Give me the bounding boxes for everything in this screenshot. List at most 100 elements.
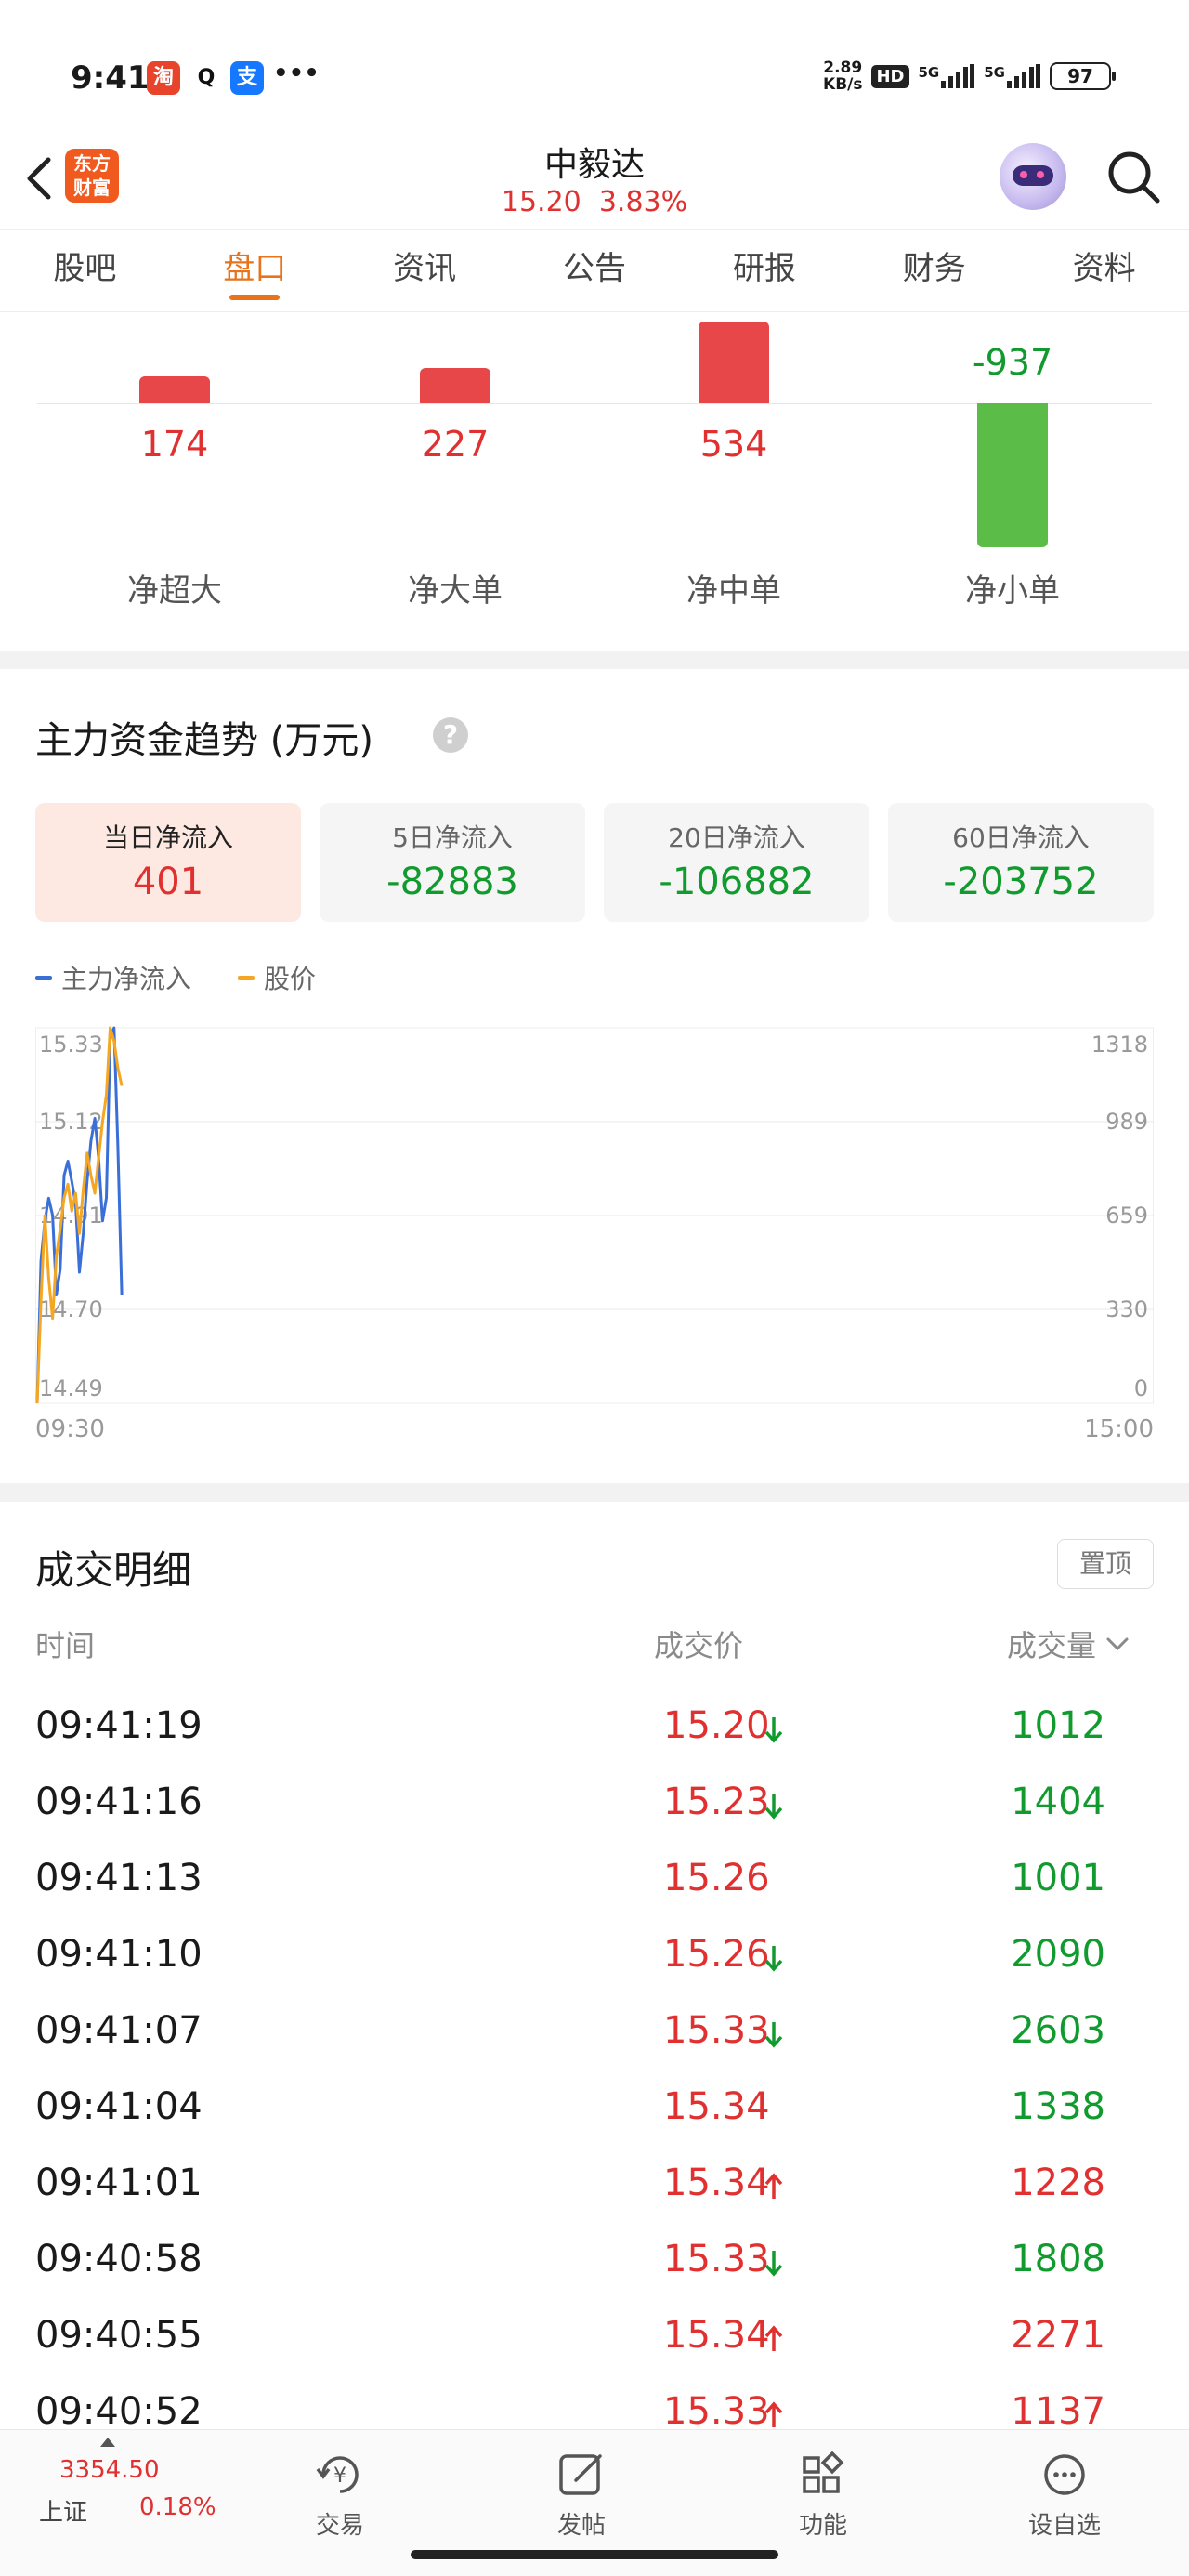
- left-axis-tick: 14.49: [39, 1375, 103, 1401]
- status-time: 9:41: [71, 59, 150, 97]
- header-time: 时间: [35, 1628, 96, 1663]
- tx-volume: 1404: [1011, 1781, 1105, 1823]
- tx-time: 09:40:58: [35, 2238, 203, 2280]
- hd-icon: HD: [871, 64, 909, 88]
- table-row[interactable]: 09:40:55 15.34 2271: [0, 2303, 1189, 2379]
- table-row[interactable]: 09:41:04 15.34 1338: [0, 2074, 1189, 2150]
- tx-price: 15.33: [663, 2390, 770, 2433]
- nav-post[interactable]: 发帖: [516, 2449, 647, 2541]
- up-arrow-icon: [764, 2401, 783, 2427]
- chart-legend: 主力净流入 股价: [35, 959, 316, 996]
- tx-time: 09:41:13: [35, 1857, 203, 1899]
- tab-profile[interactable]: 资料: [1019, 230, 1189, 311]
- stock-change-pct: 3.83%: [598, 186, 688, 218]
- card-20d-net-inflow[interactable]: 20日净流入 -106882: [604, 803, 869, 922]
- tx-volume: 1338: [1011, 2085, 1105, 2128]
- flow-bar: [420, 368, 490, 403]
- card-today-net-inflow[interactable]: 当日净流入 401: [35, 803, 301, 922]
- flow-value: 534: [699, 424, 768, 465]
- main-flow-trend-title: 主力资金趋势 (万元): [35, 719, 373, 762]
- search-icon[interactable]: [1104, 147, 1163, 206]
- help-icon[interactable]: ?: [433, 717, 468, 753]
- grid-icon: [803, 2451, 844, 2493]
- flow-label: 净超大: [127, 572, 222, 610]
- table-row[interactable]: 09:41:07 15.33 2603: [0, 1998, 1189, 2074]
- flow-bar: [139, 376, 210, 403]
- tx-price: 15.26: [663, 1857, 770, 1899]
- more-notifications-icon: •••: [273, 59, 320, 87]
- tab-finance[interactable]: 财务: [849, 230, 1019, 311]
- tx-price: 15.34: [663, 2314, 770, 2357]
- robot-visor: [1013, 165, 1053, 186]
- tx-time: 09:40:55: [35, 2314, 203, 2357]
- tx-time: 09:41:01: [35, 2162, 203, 2204]
- right-axis-tick: 989: [1105, 1109, 1148, 1135]
- x-axis-tick: 09:30: [35, 1415, 105, 1443]
- table-row[interactable]: 09:41:13 15.26 1001: [0, 1846, 1189, 1922]
- flow-trend-chart[interactable]: 15.3315.1214.9114.7014.49131898965933000…: [35, 1024, 1154, 1452]
- robot-eye: [1037, 171, 1044, 178]
- flow-label: 净大单: [408, 572, 503, 610]
- home-indicator[interactable]: [411, 2550, 778, 2559]
- stock-header: 东方财富 中毅达 15.20 3.83%: [0, 130, 1189, 229]
- tab-research[interactable]: 研报: [679, 230, 849, 311]
- legend-price: 股价: [238, 959, 316, 996]
- index-name: 上证: [39, 2499, 88, 2527]
- flow-bar: [977, 403, 1048, 547]
- tx-volume: 1001: [1011, 1857, 1105, 1899]
- header-volume[interactable]: 成交量: [1007, 1623, 1130, 1665]
- tab-pankou[interactable]: 盘口: [170, 230, 340, 311]
- pin-top-button[interactable]: 置顶: [1057, 1539, 1154, 1589]
- header-price: 成交价: [654, 1628, 744, 1663]
- nav-add-watchlist[interactable]: 设自选: [1000, 2449, 1130, 2541]
- tx-volume: 2090: [1011, 1933, 1105, 1976]
- svg-text:¥: ¥: [333, 2464, 346, 2488]
- index-change-pct: 0.18%: [139, 2493, 216, 2521]
- tab-guba[interactable]: 股吧: [0, 230, 170, 311]
- tx-volume: 2603: [1011, 2009, 1105, 2052]
- tx-volume: 1137: [1011, 2390, 1105, 2433]
- tx-time: 09:41:16: [35, 1781, 203, 1823]
- x-axis-tick: 15:00: [1084, 1415, 1154, 1443]
- tx-time: 09:40:52: [35, 2390, 203, 2433]
- right-axis-tick: 659: [1105, 1203, 1148, 1229]
- table-row[interactable]: 09:40:58 15.33 1808: [0, 2227, 1189, 2303]
- table-row[interactable]: 09:41:16 15.23 1404: [0, 1769, 1189, 1846]
- table-row[interactable]: 09:41:19 15.20 1012: [0, 1693, 1189, 1769]
- card-5d-net-inflow[interactable]: 5日净流入 -82883: [320, 803, 585, 922]
- section-divider: [0, 1483, 1189, 1502]
- tx-time: 09:41:04: [35, 2085, 203, 2128]
- tx-price: 15.26: [663, 1933, 770, 1976]
- battery-icon: 97: [1050, 62, 1116, 90]
- signal-5g-2-icon: 5G: [984, 64, 1040, 88]
- tab-announcements[interactable]: 公告: [510, 230, 680, 311]
- status-right: 2.89 KB/s HD 5G 5G 97: [823, 58, 1116, 95]
- flow-bar: [699, 321, 769, 403]
- index-price[interactable]: 3354.50: [59, 2456, 160, 2484]
- tx-price: 15.23: [663, 1781, 770, 1823]
- table-row[interactable]: 09:41:01 15.34 1228: [0, 2150, 1189, 2227]
- caret-up-icon: [100, 2438, 115, 2447]
- more-circle-icon: [1044, 2454, 1085, 2495]
- card-60d-net-inflow[interactable]: 60日净流入 -203752: [888, 803, 1154, 922]
- tx-price: 15.34: [663, 2162, 770, 2204]
- down-arrow-icon: [764, 1794, 783, 1820]
- tx-price: 15.33: [663, 2238, 770, 2280]
- stock-price: 15.20: [501, 186, 581, 218]
- up-arrow-icon: [764, 2325, 783, 2351]
- tx-volume: 1808: [1011, 2238, 1105, 2280]
- stock-tabs: 股吧 盘口 资讯 公告 研报 财务 资料: [0, 229, 1189, 312]
- net-flow-bars: 174 净超大 227 净大单 534 净中单 -937 净小单: [0, 312, 1189, 651]
- signal-5g-icon: 5G: [919, 64, 975, 88]
- nav-trade[interactable]: ¥ 交易: [275, 2449, 405, 2541]
- net-speed: 2.89 KB/s: [823, 59, 863, 94]
- flow-label: 净小单: [965, 572, 1060, 610]
- down-arrow-icon: [764, 2251, 783, 2277]
- qq-icon: Q: [189, 61, 223, 95]
- ai-assistant-robot-icon[interactable]: [1000, 143, 1066, 210]
- tx-price: 15.34: [663, 2085, 770, 2128]
- edit-icon: [559, 2454, 602, 2495]
- table-row[interactable]: 09:41:10 15.26 2090: [0, 1922, 1189, 1998]
- nav-functions[interactable]: 功能: [758, 2449, 888, 2541]
- tab-news[interactable]: 资讯: [340, 230, 510, 311]
